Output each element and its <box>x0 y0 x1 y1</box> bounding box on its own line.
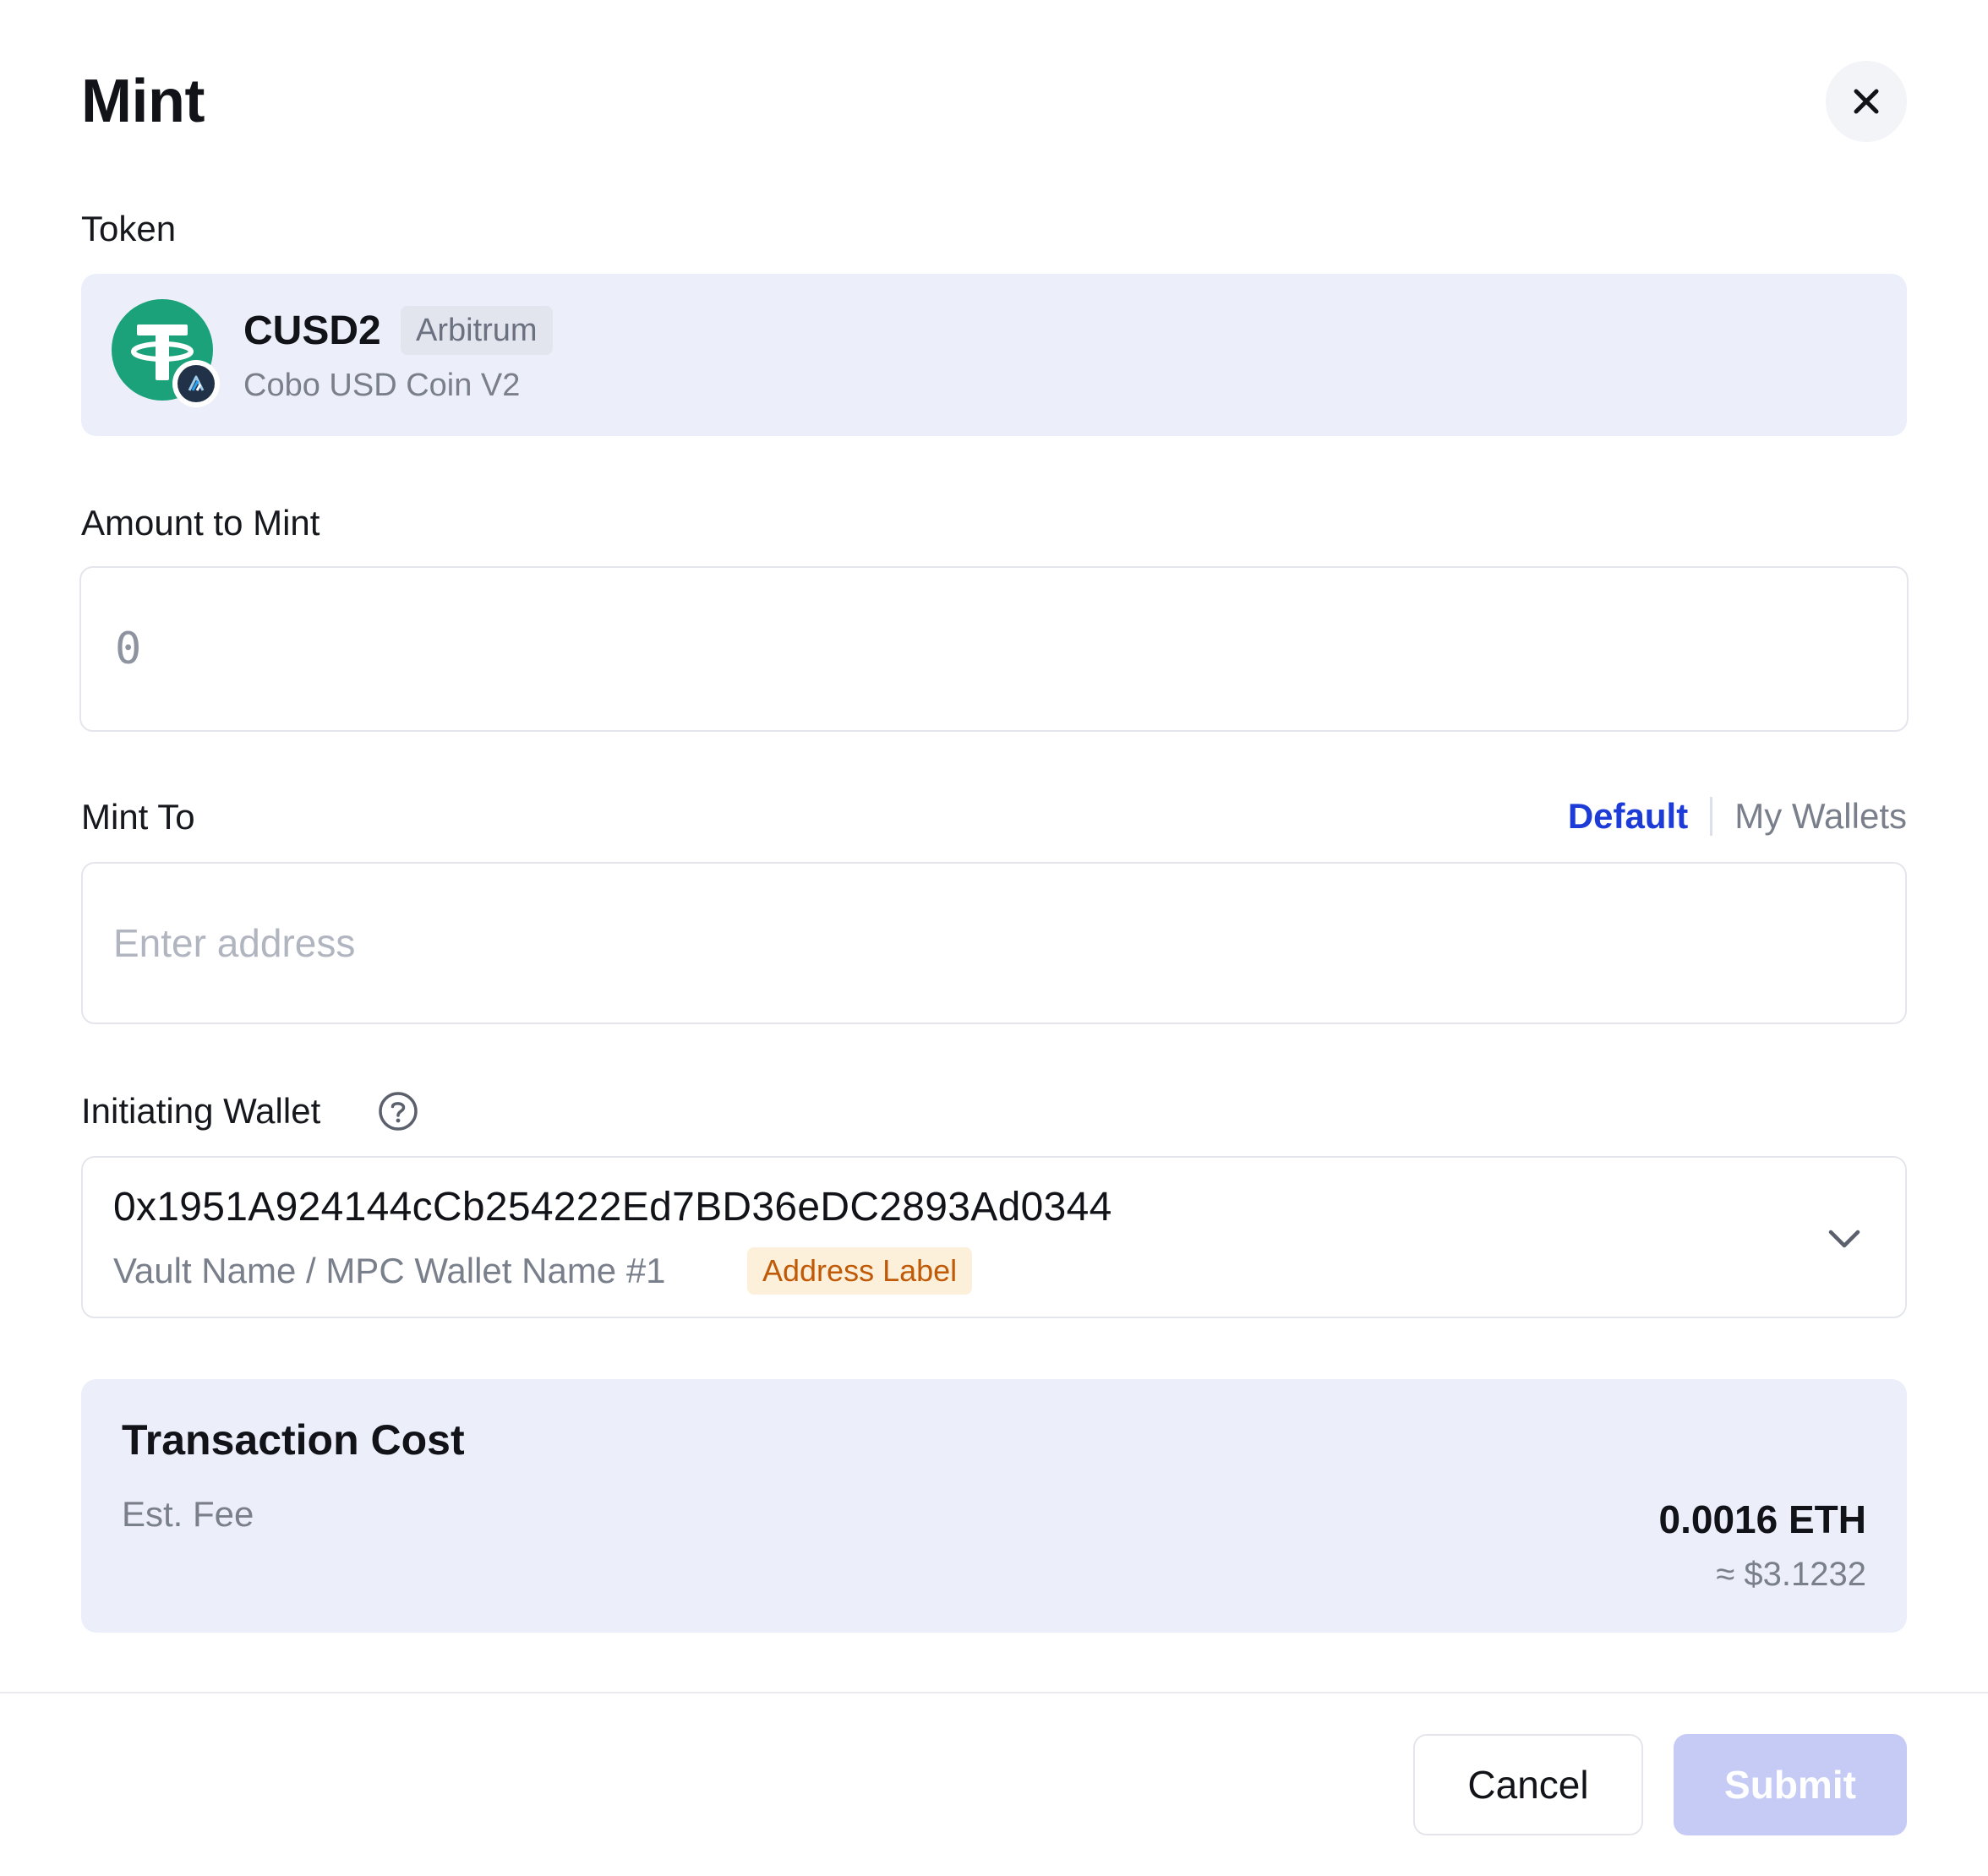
wallet-address: 0x1951A924144cCb254222Ed7BD36eDC2893Ad03… <box>113 1185 1112 1230</box>
mint-dialog: Mint Token CUSD2 Arbitrum Cobo USD Coin … <box>0 0 1988 1876</box>
arbitrum-badge <box>172 360 220 407</box>
token-label: Token <box>81 209 177 248</box>
chevron-down-icon[interactable] <box>1826 1222 1863 1256</box>
address-label-tag: Address Label <box>747 1247 973 1295</box>
address-input[interactable]: Enter address <box>81 862 1907 1024</box>
dialog-title: Mint <box>81 68 205 135</box>
fee-eth-value: 0.0016 ETH <box>1658 1497 1866 1541</box>
question-circle-icon[interactable] <box>377 1090 419 1132</box>
initiating-wallet-label: Initiating Wallet <box>81 1091 321 1131</box>
amount-label: Amount to Mint <box>81 503 320 543</box>
close-icon <box>1854 89 1879 114</box>
submit-button[interactable]: Submit <box>1674 1734 1907 1835</box>
footer-divider <box>0 1692 1988 1693</box>
cancel-button[interactable]: Cancel <box>1413 1734 1643 1835</box>
mint-to-toggle: Default My Wallets <box>1568 794 1907 838</box>
arbitrum-icon <box>178 365 215 402</box>
wallet-select[interactable]: 0x1951A924144cCb254222Ed7BD36eDC2893Ad03… <box>81 1156 1907 1318</box>
transaction-cost-card: Transaction Cost Est. Fee 0.0016 ETH ≈ $… <box>81 1379 1907 1633</box>
amount-input[interactable]: 0 <box>79 566 1909 732</box>
close-button[interactable] <box>1826 61 1907 142</box>
toggle-divider <box>1710 797 1713 836</box>
token-card: CUSD2 Arbitrum Cobo USD Coin V2 <box>81 274 1907 436</box>
fee-usd-value: ≈ $3.1232 <box>1716 1556 1866 1593</box>
toggle-default[interactable]: Default <box>1568 794 1688 838</box>
toggle-my-wallets[interactable]: My Wallets <box>1734 794 1907 838</box>
address-placeholder: Enter address <box>113 921 356 965</box>
token-symbol: CUSD2 <box>243 308 381 353</box>
amount-value: 0 <box>115 624 142 674</box>
transaction-cost-title: Transaction Cost <box>122 1416 465 1464</box>
est-fee-label: Est. Fee <box>122 1494 254 1534</box>
chain-tag: Arbitrum <box>401 306 553 355</box>
wallet-name: Vault Name / MPC Wallet Name #1 <box>113 1251 666 1290</box>
token-name: Cobo USD Coin V2 <box>243 368 521 403</box>
mint-to-label: Mint To <box>81 797 195 837</box>
